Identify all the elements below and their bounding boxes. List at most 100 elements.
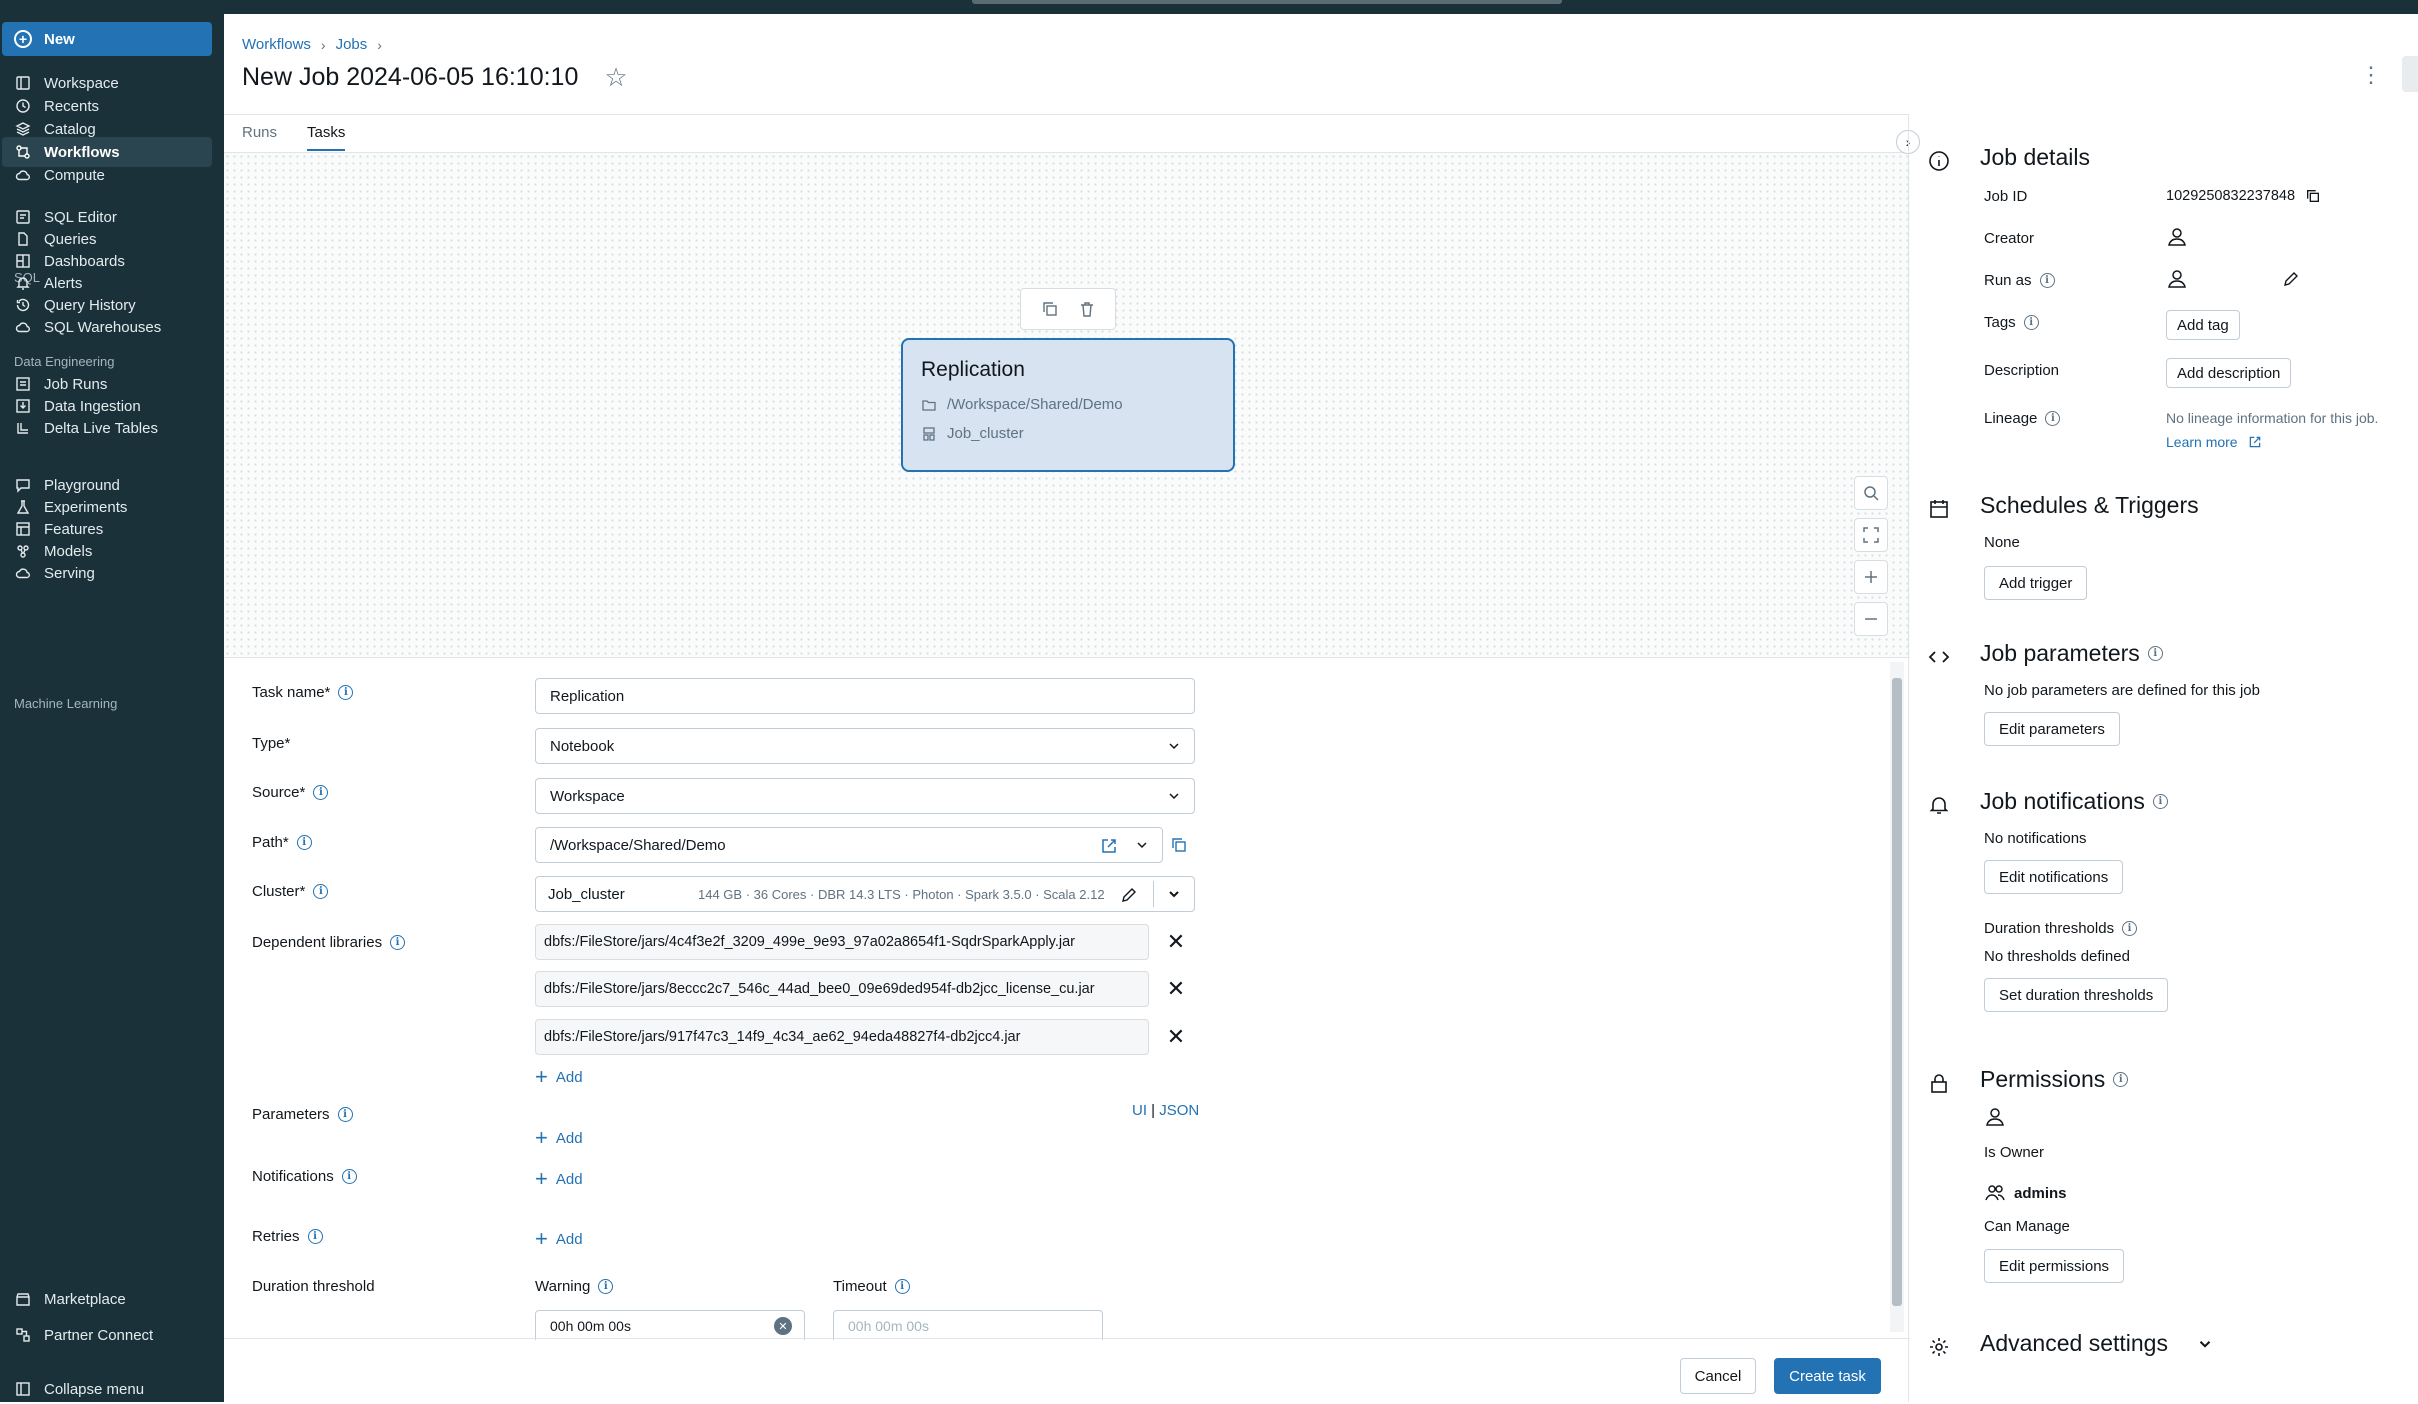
info-icon[interactable]: i	[307, 1229, 323, 1244]
sidebar-item-compute[interactable]: Compute	[2, 160, 212, 190]
set-duration-thresholds-button[interactable]: Set duration thresholds	[1984, 978, 2169, 1012]
sidebar-item-serving[interactable]: Serving	[2, 558, 212, 588]
sidebar-item-label: Experiments	[44, 498, 128, 516]
add-label: Add	[555, 1129, 583, 1147]
add-notification-button[interactable]: + Add	[535, 1168, 583, 1190]
breadcrumb-workflows[interactable]: Workflows	[242, 36, 311, 53]
task-node[interactable]: Replication /Workspace/Shared/Demo Job_c…	[901, 338, 1235, 472]
info-icon[interactable]: i	[390, 935, 406, 950]
ui-toggle[interactable]: UI	[1132, 1102, 1147, 1119]
sidebar-item-marketplace[interactable]: Marketplace	[2, 1284, 212, 1314]
info-icon[interactable]: i	[313, 785, 329, 800]
clear-icon[interactable]: ✕	[774, 1317, 792, 1335]
info-icon[interactable]: i	[296, 835, 312, 850]
kebab-menu-icon[interactable]: ⋮	[2360, 62, 2382, 88]
sidebar-item-label: SQL Warehouses	[44, 318, 162, 336]
add-description-button[interactable]: Add description	[2166, 358, 2292, 388]
info-icon[interactable]: i	[598, 1279, 614, 1294]
add-trigger-button[interactable]: Add trigger	[1984, 566, 2088, 600]
path-value: /Workspace/Shared/Demo	[550, 836, 726, 854]
timeout-input[interactable]: 00h 00m 00s	[833, 1310, 1103, 1340]
info-icon[interactable]: i	[338, 685, 354, 700]
breadcrumb-jobs[interactable]: Jobs	[336, 36, 368, 53]
warning-input[interactable]: 00h 00m 00s ✕	[535, 1310, 805, 1340]
info-icon[interactable]: i	[2122, 921, 2138, 936]
partner-icon	[14, 1326, 32, 1344]
job-parameters-title-row: Job parameters i	[1980, 640, 2163, 667]
plus-icon: +	[535, 1226, 548, 1251]
run-as-label: Run as i	[1984, 272, 2055, 289]
info-icon[interactable]: i	[337, 1107, 353, 1122]
edge-button[interactable]	[2402, 56, 2418, 92]
tab-runs[interactable]: Runs	[242, 124, 277, 151]
copy-icon[interactable]	[2305, 188, 2321, 204]
sidebar-item-partner-connect[interactable]: Partner Connect	[2, 1320, 212, 1350]
edit-notifications-button[interactable]: Edit notifications	[1984, 860, 2124, 894]
source-select[interactable]: Workspace	[535, 778, 1195, 814]
ui-json-toggle: UI | JSON	[1132, 1102, 1199, 1119]
info-icon[interactable]: i	[2147, 646, 2163, 661]
zoom-in-icon[interactable]	[1854, 560, 1888, 594]
remove-library-icon[interactable]: ✕	[1166, 1024, 1186, 1049]
path-input[interactable]: /Workspace/Shared/Demo	[535, 827, 1163, 863]
library-field[interactable]: dbfs:/FileStore/jars/4c4f3e2f_3209_499e_…	[535, 924, 1149, 960]
lineage-text: No lineage information for this job.	[2166, 410, 2379, 426]
external-link-icon[interactable]	[1100, 837, 1118, 855]
add-parameter-button[interactable]: + Add	[535, 1127, 583, 1149]
sidebar-item-label: Recents	[44, 97, 100, 115]
collapse-icon	[14, 1380, 32, 1398]
new-button[interactable]: + New	[2, 22, 212, 56]
add-tag-button[interactable]: Add tag	[2166, 310, 2240, 340]
sidebar-item-sql-warehouses[interactable]: SQL Warehouses	[2, 312, 212, 342]
pencil-icon[interactable]	[2282, 270, 2300, 288]
store-icon	[14, 1290, 32, 1308]
search-icon[interactable]	[1854, 476, 1888, 510]
json-toggle[interactable]: JSON	[1159, 1102, 1199, 1119]
chevron-down-icon[interactable]	[1134, 837, 1150, 853]
cluster-select[interactable]: Job_cluster 144 GB · 36 Cores · DBR 14.3…	[535, 876, 1195, 912]
remove-library-icon[interactable]: ✕	[1166, 976, 1186, 1001]
info-icon[interactable]: i	[2023, 315, 2039, 330]
learn-more-link[interactable]: Learn more	[2166, 434, 2262, 450]
trash-icon[interactable]	[1078, 300, 1096, 318]
group-name: admins	[2014, 1184, 2067, 1202]
sidebar-section-data-engineering: Data Engineering	[14, 354, 115, 369]
cancel-button[interactable]: Cancel	[1680, 1358, 1756, 1394]
copy-path-icon[interactable]	[1170, 836, 1188, 854]
type-select[interactable]: Notebook	[535, 728, 1195, 764]
sidebar-item-label: Queries	[44, 230, 97, 248]
info-icon[interactable]: i	[2152, 794, 2168, 809]
form-scrollbar[interactable]	[1890, 662, 1904, 1332]
library-field[interactable]: dbfs:/FileStore/jars/8eccc2c7_546c_44ad_…	[535, 971, 1149, 1007]
add-library-button[interactable]: + Add	[535, 1066, 583, 1088]
copy-icon[interactable]	[1041, 300, 1059, 318]
edit-parameters-button[interactable]: Edit parameters	[1984, 712, 2120, 746]
info-icon[interactable]: i	[313, 884, 329, 899]
sidebar-item-delta-live-tables[interactable]: Delta Live Tables	[2, 413, 212, 443]
fit-view-icon[interactable]	[1854, 518, 1888, 552]
scrollbar-thumb[interactable]	[1892, 678, 1902, 1306]
edit-permissions-button[interactable]: Edit permissions	[1984, 1249, 2125, 1283]
info-icon[interactable]: i	[341, 1169, 357, 1184]
advanced-settings-row[interactable]: Advanced settings	[1980, 1330, 2214, 1357]
task-name-input[interactable]: Replication	[535, 678, 1195, 714]
info-icon[interactable]: i	[2045, 411, 2061, 426]
add-retry-button[interactable]: + Add	[535, 1228, 583, 1250]
top-search-pill[interactable]	[972, 0, 1562, 4]
info-icon[interactable]: i	[894, 1279, 910, 1294]
info-icon[interactable]: i	[2039, 273, 2055, 288]
tab-tasks[interactable]: Tasks	[307, 124, 346, 151]
pencil-icon[interactable]	[1120, 886, 1138, 904]
user-icon	[2166, 226, 2188, 248]
chevron-down-icon[interactable]	[1166, 886, 1182, 902]
collapse-menu-button[interactable]: Collapse menu	[2, 1374, 212, 1404]
library-field[interactable]: dbfs:/FileStore/jars/917f47c3_14f9_4c34_…	[535, 1019, 1149, 1055]
info-icon[interactable]: i	[2113, 1072, 2129, 1087]
zoom-out-icon[interactable]	[1854, 602, 1888, 636]
create-task-button[interactable]: Create task	[1774, 1358, 1881, 1394]
path-label: Path* i	[252, 834, 312, 851]
remove-library-icon[interactable]: ✕	[1166, 929, 1186, 954]
source-label: Source* i	[252, 784, 329, 801]
page-title[interactable]: New Job 2024-06-05 16:10:10	[242, 63, 578, 92]
star-icon[interactable]: ☆	[604, 62, 627, 93]
